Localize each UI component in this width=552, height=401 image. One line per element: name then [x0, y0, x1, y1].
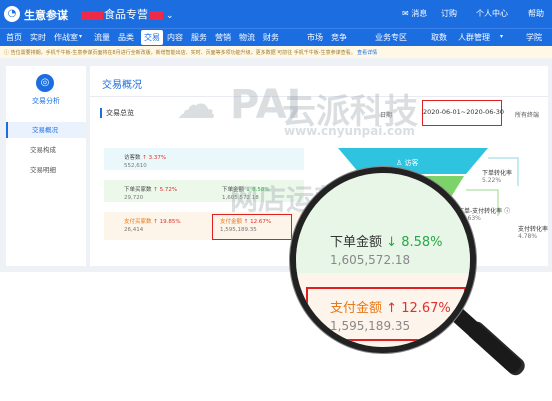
nav-item-home[interactable]: 首页 — [6, 32, 22, 43]
terminal-select[interactable]: 所有终端 — [515, 110, 539, 119]
magnified-order-value: 1,605,572.18 — [330, 253, 411, 267]
notice-link[interactable]: 查看详情 — [357, 50, 377, 56]
nav-item-category[interactable]: 品类 — [118, 32, 134, 43]
top-bar: ◔ 生意参谋 食品专营 ⌄ ✉ 消息 订购 个人中心 帮助 — [0, 0, 552, 28]
nav-item-finance[interactable]: 财务 — [263, 32, 279, 43]
kpi-order-buyers[interactable]: 下单买家数 ↑ 5.72% 29,720 — [124, 186, 177, 202]
user-center-link[interactable]: 个人中心 — [476, 8, 508, 19]
notice-text: 告位需要排期，手机千牛板-生意参谋页面将在8月进行全新改版，新增智能出店、实时、… — [10, 50, 356, 56]
trade-analysis-icon: ◎ — [36, 74, 54, 92]
sidebar-item-overview[interactable]: 交易概况 — [6, 122, 86, 138]
app-logo-icon[interactable]: ◔ — [4, 6, 20, 22]
magnified-pay-label: 支付金额 ↑ 12.67% — [330, 301, 451, 316]
shop-selector[interactable]: 食品专营 ⌄ — [80, 6, 174, 22]
subscribe-link[interactable]: 订购 — [441, 8, 457, 19]
kpi-pay-buyers[interactable]: 支付买家数 ↑ 19.85% 26,414 — [124, 218, 181, 234]
redacted-text — [149, 10, 163, 20]
brand-name[interactable]: 生意参谋 — [24, 7, 68, 23]
section-title: 交易总览 — [100, 108, 134, 118]
nav-item-logistics[interactable]: 物流 — [239, 32, 255, 43]
nav-item-trade[interactable]: 交易 — [141, 30, 163, 45]
nav-item-war-room[interactable]: 作战室 — [54, 32, 78, 43]
sidebar-item-composition[interactable]: 交易构成 — [6, 142, 86, 158]
sidebar: ◎ 交易分析 交易概况 交易构成 交易明细 — [6, 66, 86, 266]
notice-icon: ⓘ — [4, 50, 11, 56]
chevron-down-icon: ⌄ — [166, 11, 174, 21]
redacted-text — [81, 10, 103, 20]
nav-item-business-zone[interactable]: 业务专区 — [375, 32, 407, 43]
watermark-url: www.cnyunpai.com — [284, 124, 415, 138]
nav-item-service[interactable]: 服务 — [191, 32, 207, 43]
nav-item-realtime[interactable]: 实时 — [30, 32, 46, 43]
magnified-pay-value: 1,595,189.35 — [330, 319, 411, 333]
messages-link[interactable]: ✉ 消息 — [402, 8, 427, 19]
page-title: 交易概况 — [102, 80, 142, 91]
nav-item-content[interactable]: 内容 — [167, 32, 183, 43]
shop-name: 食品专营 — [104, 8, 148, 21]
notice-bar: ⓘ 告位需要排期，手机千牛板-生意参谋页面将在8月进行全新改版，新增智能出店、实… — [0, 46, 552, 58]
magnified-order-label: 下单金额 ↓ 8.58% — [330, 235, 443, 250]
nav-item-traffic[interactable]: 流量 — [94, 32, 110, 43]
nav-item-competition[interactable]: 竞争 — [331, 32, 347, 43]
funnel-label-visitors: ♙ 访客 — [396, 159, 419, 167]
conversion-rate-order: 下单转化率 5.22% — [482, 170, 513, 184]
help-link[interactable]: 帮助 — [528, 8, 544, 19]
nav-item-market[interactable]: 市场 — [307, 32, 323, 43]
date-range-picker[interactable]: 2020-06-01~2020-06-30 — [422, 100, 504, 126]
nav-item-marketing[interactable]: 营销 — [215, 32, 231, 43]
conversion-rate-pay: 支付转化率 4.78% — [518, 226, 549, 240]
magnifier-lens: 下单金额 ↓ 8.58% 1,605,572.18 支付金额 ↑ 12.67% … — [290, 167, 476, 353]
kpi-visitors[interactable]: 访客数 ↑ 3.37% 552,610 — [124, 154, 166, 170]
sidebar-title: 交易分析 — [32, 97, 60, 105]
chevron-down-icon[interactable]: ▾ — [500, 33, 503, 40]
chevron-down-icon[interactable]: ▾ — [79, 33, 82, 40]
nav-item-fetch-data[interactable]: 取数 — [431, 32, 447, 43]
nav-item-crowd[interactable]: 人群管理 — [458, 32, 490, 43]
sidebar-item-details[interactable]: 交易明细 — [6, 162, 86, 178]
nav-item-academy[interactable]: 学院 — [526, 32, 542, 43]
main-nav: 首页 实时 作战室 ▾ 流量 品类 交易 内容 服务 营销 物流 财务 市场 竞… — [0, 28, 552, 46]
